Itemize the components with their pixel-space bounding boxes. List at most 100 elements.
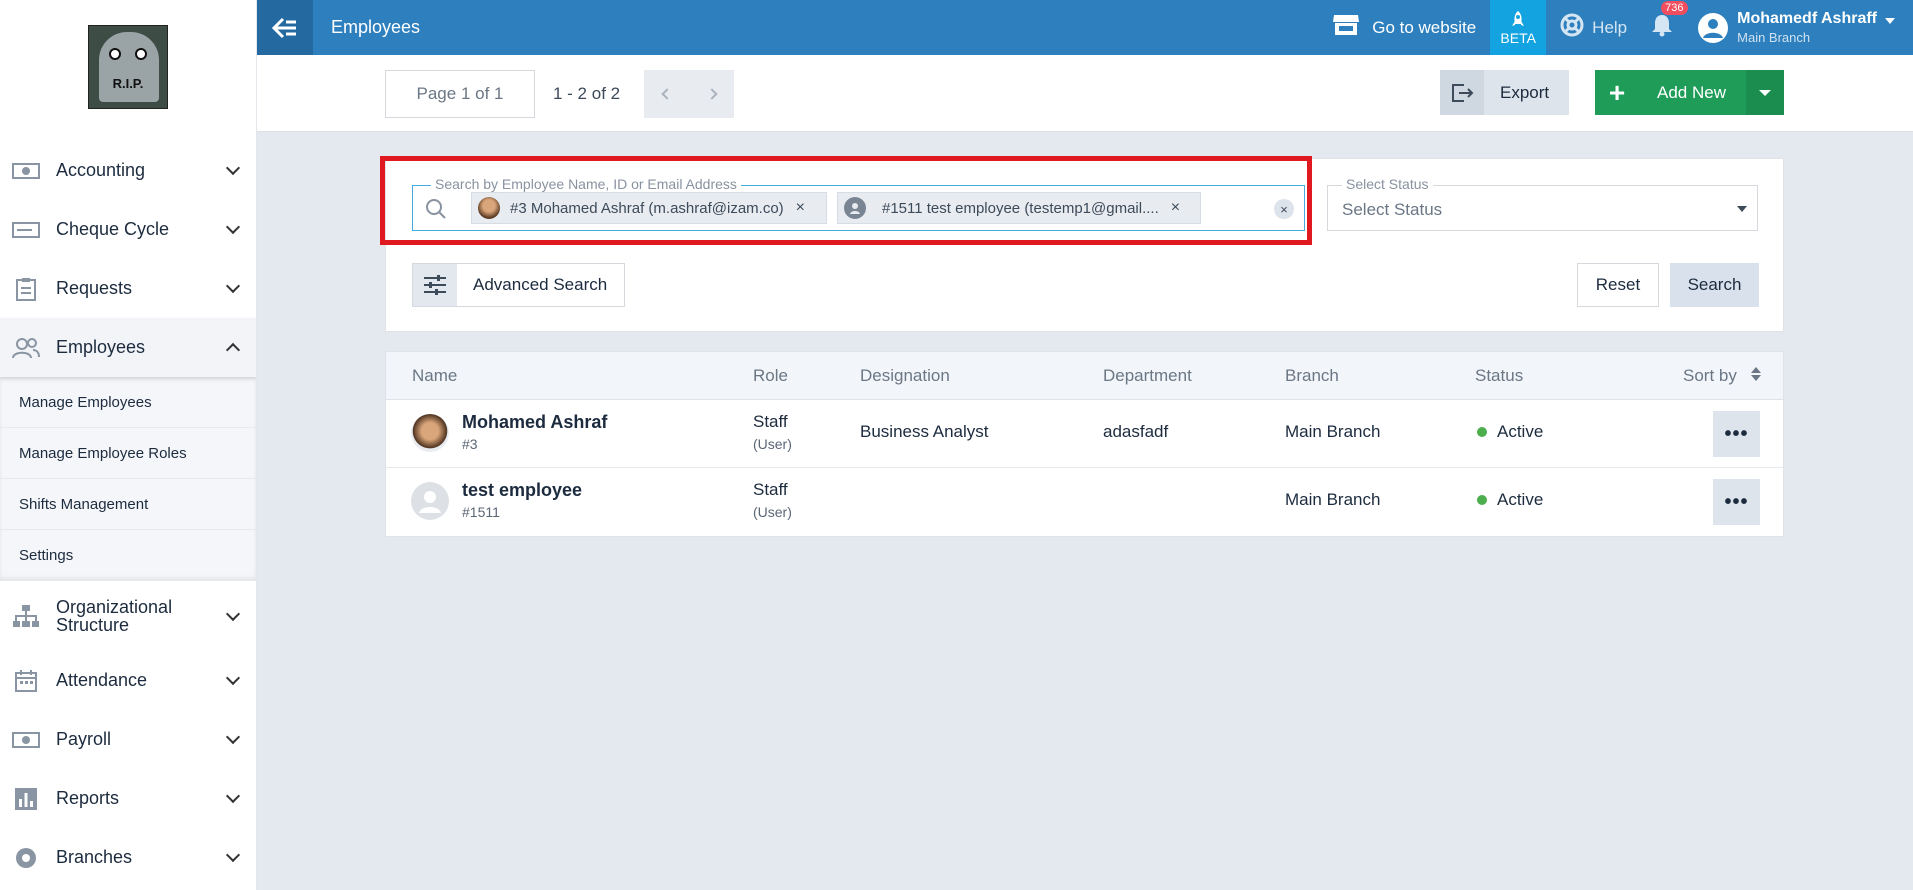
next-page-icon[interactable] [705,88,718,100]
chevron-down-icon [225,606,241,621]
clear-search-icon[interactable]: × [1274,199,1294,219]
lifebuoy-icon [1560,13,1584,42]
submenu-manage-employee-roles[interactable]: Manage Employee Roles [0,428,256,479]
sidebar-item-label: Organizational Structure [56,597,173,635]
table-header: Name Role Designation Department Branch … [386,352,1783,400]
beta-button[interactable]: BETA [1490,0,1547,55]
selected-employee-chip[interactable]: #3 Mohamed Ashraf (m.ashraf@izam.co) × [471,192,827,224]
employee-avatar [478,197,500,219]
company-logo[interactable]: R.I.P. [88,24,168,109]
employees-table: Name Role Designation Department Branch … [385,351,1784,537]
chevron-down-icon [225,729,241,745]
sidebar-item-reports[interactable]: Reports [0,769,256,828]
bell-icon [1652,15,1673,37]
sort-by-label: Sort by [1683,366,1737,385]
sidebar-item-attendance[interactable]: Attendance [0,651,256,710]
sidebar-item-requests[interactable]: Requests [0,259,256,318]
add-new-dropdown[interactable] [1746,70,1784,115]
page-title: Employees [331,17,421,37]
sidebar-item-branches[interactable]: Branches [0,828,256,887]
employee-branch: Main Branch [1285,490,1381,509]
search-icon [425,198,447,225]
sidebar-item-payroll[interactable]: Payroll [0,710,256,769]
cheque-icon [12,218,40,242]
help-label: Help [1592,17,1628,37]
chevron-down-icon [225,670,241,686]
search-button[interactable]: Search [1670,263,1759,307]
employee-name[interactable]: Mohamed Ashraf [462,412,607,433]
store-icon [1332,13,1360,42]
user-menu[interactable]: Mohamedf Ashraff Main Branch [1697,10,1895,45]
export-icon [1440,70,1484,115]
sidebar-item-organizational-structure[interactable]: Organizational Structure [0,581,256,651]
sidebar-item-accounting[interactable]: Accounting [0,141,256,200]
chevron-down-icon [225,160,241,176]
employee-designation: Business Analyst [860,422,989,441]
employee-avatar [411,414,449,452]
filter-panel: Search by Employee Name, ID or Email Add… [380,156,1784,332]
user-avatar-icon [1698,12,1729,43]
submenu-shifts-management[interactable]: Shifts Management [0,479,256,530]
column-header-branch: Branch [1285,366,1339,385]
employee-status: Active [1497,490,1544,509]
prev-page-icon[interactable] [660,88,673,100]
employee-search-input[interactable]: Search by Employee Name, ID or Email Add… [412,176,1305,231]
default-avatar-icon [411,482,449,520]
employee-department: adasfadf [1103,422,1169,441]
notifications-button[interactable]: 736 [1651,1,1688,42]
notification-badge: 736 [1661,1,1688,15]
column-header-department: Department [1103,366,1192,385]
employees-submenu: Manage Employees Manage Employee Roles S… [0,377,256,581]
user-name: Mohamedf Ashraff [1737,10,1877,27]
employee-role: Staff [753,412,788,431]
page-indicator: Page 1 of 1 [385,70,535,118]
status-dot-icon [1477,427,1487,437]
sort-by-control[interactable]: Sort by [1683,366,1762,387]
chip-label: #3 Mohamed Ashraf (m.ashraf@izam.co) [510,199,784,217]
status-dot-icon [1477,495,1487,505]
submenu-settings[interactable]: Settings [0,530,256,581]
status-select[interactable]: Select Status Select Status [1327,176,1758,231]
submenu-manage-employees[interactable]: Manage Employees [0,377,256,428]
remove-chip-icon[interactable]: × [796,199,805,217]
table-row[interactable]: Mohamed Ashraf #3 Staff (User) Business … [386,400,1783,468]
payroll-icon [12,728,40,752]
users-icon [12,336,40,360]
sidebar-item-cheque-cycle[interactable]: Cheque Cycle [0,200,256,259]
sidebar-item-label: Payroll [56,729,112,749]
selected-employee-chip[interactable]: #1511 test employee (testemp1@gmail.... … [837,192,1201,224]
row-actions-button[interactable]: ••• [1713,479,1760,525]
row-actions-button[interactable]: ••• [1713,411,1760,457]
column-header-name: Name [412,366,458,385]
export-label: Export [1500,82,1550,102]
sort-icon [1750,366,1762,387]
calendar-icon [12,669,40,693]
caret-down-icon [1885,17,1895,24]
user-branch: Main Branch [1737,30,1811,45]
arrow-left-icon [272,17,296,38]
search-field-label: Search by Employee Name, ID or Email Add… [431,176,741,192]
employee-role-type: (User) [753,436,792,452]
employee-id: #3 [462,436,478,452]
sidebar-item-label: Accounting [56,160,146,180]
status-select-value: Select Status [1342,200,1443,219]
location-icon [12,846,40,870]
chip-label: #1511 test employee (testemp1@gmail.... [882,199,1159,217]
advanced-search-button[interactable]: Advanced Search [412,263,625,307]
export-button[interactable]: Export [1440,70,1569,115]
reset-button[interactable]: Reset [1577,263,1659,307]
employee-name[interactable]: test employee [462,480,582,501]
chevron-down-icon [225,847,241,863]
sliders-icon [413,264,457,306]
go-to-website-link[interactable]: Go to website [1332,13,1476,42]
logo-area: R.I.P. [0,0,256,133]
sidebar-item-employees[interactable]: Employees [0,318,256,377]
add-new-button[interactable]: + Add New [1595,70,1784,115]
beta-label: BETA [1500,29,1536,46]
employee-status: Active [1497,422,1544,441]
table-row[interactable]: test employee #1511 Staff (User) Main Br… [386,468,1783,536]
employee-role-type: (User) [753,504,792,520]
back-button[interactable] [257,0,313,55]
remove-chip-icon[interactable]: × [1171,199,1180,217]
help-link[interactable]: Help [1560,13,1627,42]
